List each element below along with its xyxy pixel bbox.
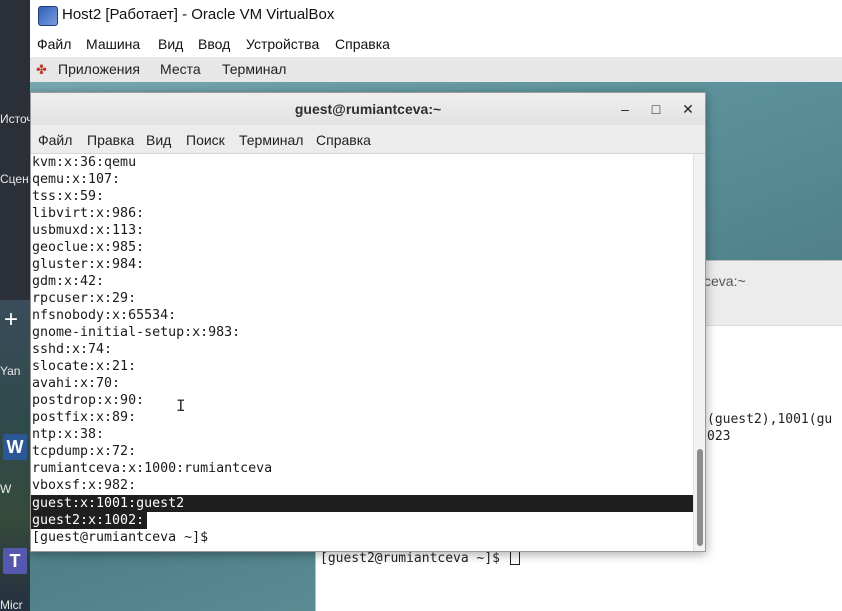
scrollbar-thumb[interactable] (697, 449, 703, 546)
terminal-line: vboxsf:x:982: (32, 478, 137, 493)
terminal-line: postdrop:x:90: (32, 393, 145, 408)
terminal-line: tcpdump:x:72: (32, 444, 137, 459)
teams-icon[interactable]: T (3, 548, 27, 574)
host-label-scenes[interactable]: Сцен (0, 172, 29, 186)
gnome-applications[interactable]: Приложения (58, 61, 140, 77)
terminal-menu-help[interactable]: Справка (316, 132, 371, 148)
virtualbox-menubar: Файл Машина Вид Ввод Устройства Справка (30, 30, 842, 57)
virtualbox-icon (38, 6, 58, 26)
close-icon[interactable]: ✕ (677, 98, 699, 120)
menu-input[interactable]: Ввод (198, 36, 230, 52)
terminal-scrollbar[interactable] (693, 154, 705, 551)
terminal-prompt[interactable]: [guest@rumiantceva ~]$ (31, 529, 694, 546)
terminal-line: avahi:x:70: (32, 376, 121, 391)
terminal-output[interactable]: kvm:x:36:qemu qemu:x:107: tss:x:59: libv… (31, 154, 694, 551)
terminal-menu-file[interactable]: Файл (38, 132, 72, 148)
word-icon[interactable]: W (3, 434, 27, 460)
terminal-line-selected[interactable]: guest:x:1001:guest2 (31, 495, 694, 512)
background-terminal-line: (guest2),1001(gu (707, 412, 833, 427)
terminal-menu-terminal[interactable]: Терминал (239, 132, 303, 148)
gnome-places[interactable]: Места (160, 61, 201, 77)
terminal-line: postfix:x:89: (32, 410, 137, 425)
gnome-top-bar: ✤ Приложения Места Терминал (30, 57, 842, 83)
background-terminal-line: 023 (707, 429, 731, 444)
terminal-menu-view[interactable]: Вид (146, 132, 171, 148)
host-label-yandex[interactable]: Yan (0, 364, 20, 378)
terminal-line: geoclue:x:985: (32, 240, 145, 255)
terminal-line: qemu:x:107: (32, 172, 121, 187)
host-label-word: W (0, 482, 12, 496)
host-label-sources[interactable]: Источ (0, 112, 30, 126)
terminal-title: guest@rumiantceva:~ (294, 101, 442, 117)
terminal-line: nfsnobody:x:65534: (32, 308, 177, 323)
background-prompt-text: [guest2@rumiantceva ~]$ (320, 551, 508, 566)
gnome-terminal-app[interactable]: Терминал (222, 61, 286, 77)
host-label-microsoft: Micr (0, 598, 23, 611)
menu-devices[interactable]: Устройства (246, 36, 319, 52)
terminal-titlebar[interactable]: guest@rumiantceva:~ – □ ✕ (31, 93, 705, 126)
terminal-line: sshd:x:74: (32, 342, 113, 357)
ibeam-cursor-icon: I (176, 396, 186, 415)
terminal-menubar: Файл Правка Вид Поиск Терминал Справка (31, 125, 705, 154)
terminal-line: slocate:x:21: (32, 359, 137, 374)
terminal-line: gluster:x:984: (32, 257, 145, 272)
menu-view[interactable]: Вид (158, 36, 183, 52)
terminal-line: gdm:x:42: (32, 274, 105, 289)
terminal-line: kvm:x:36:qemu (32, 155, 137, 170)
host-taskbar-strip: Источ Сцен + Yan W W T Micr (0, 0, 30, 611)
terminal-line: ntp:x:38: (32, 427, 105, 442)
virtualbox-title: Host2 [Работает] - Oracle VM VirtualBox (62, 6, 335, 23)
add-icon[interactable]: + (0, 306, 22, 334)
maximize-icon[interactable]: □ (645, 98, 667, 120)
background-terminal-title: ceva:~ (704, 273, 746, 289)
terminal-menu-edit[interactable]: Правка (87, 132, 134, 148)
terminal-line: rumiantceva:x:1000:rumiantceva (32, 461, 273, 476)
terminal-line: rpcuser:x:29: (32, 291, 137, 306)
menu-help[interactable]: Справка (335, 36, 390, 52)
terminal-line: gnome-initial-setup:x:983: (32, 325, 241, 340)
menu-file[interactable]: Файл (37, 36, 71, 52)
minimize-icon[interactable]: – (614, 98, 636, 120)
terminal-line: usbmuxd:x:113: (32, 223, 145, 238)
menu-machine[interactable]: Машина (86, 36, 140, 52)
terminal-line-selected[interactable]: guest2:x:1002: (31, 512, 148, 529)
terminal-line: libvirt:x:986: (32, 206, 145, 221)
terminal-line: tss:x:59: (32, 189, 105, 204)
applications-icon: ✤ (36, 62, 47, 77)
vm-screen[interactable]: ✤ Приложения Места Терминал ceva:~ (gues… (30, 57, 842, 611)
virtualbox-titlebar[interactable]: Host2 [Работает] - Oracle VM VirtualBox (30, 0, 842, 30)
terminal-menu-search[interactable]: Поиск (186, 132, 225, 148)
terminal-window[interactable]: guest@rumiantceva:~ – □ ✕ Файл Правка Ви… (30, 92, 706, 552)
